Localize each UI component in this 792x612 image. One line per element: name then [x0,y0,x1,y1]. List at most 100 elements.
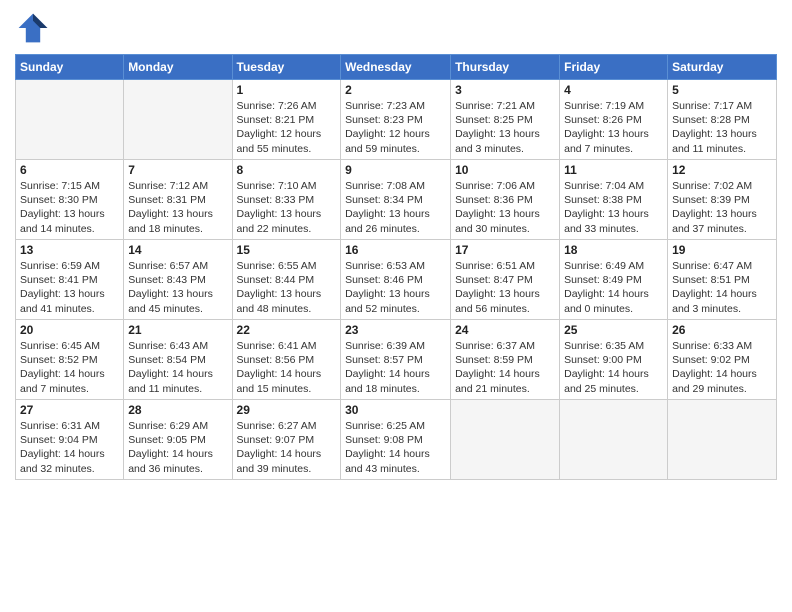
day-detail: Sunrise: 6:43 AM Sunset: 8:54 PM Dayligh… [128,339,227,396]
calendar-day-cell [16,80,124,160]
calendar-day-cell: 30Sunrise: 6:25 AM Sunset: 9:08 PM Dayli… [341,400,451,480]
day-detail: Sunrise: 7:06 AM Sunset: 8:36 PM Dayligh… [455,179,555,236]
day-of-week-header: Sunday [16,55,124,80]
calendar-day-cell: 11 Sunrise: 7:04 AM Sunset: 8:38 PM Dayli… [560,160,668,240]
day-number: 16 [345,243,446,257]
calendar-day-cell: 23 Sunrise: 6:39 AM Sunset: 8:57 PM Dayli… [341,320,451,400]
calendar-day-cell: 29 Sunrise: 6:27 AM Sunset: 9:07 PM Dayli… [232,400,341,480]
calendar-day-cell: 14 Sunrise: 6:57 AM Sunset: 8:43 PM Dayli… [124,240,232,320]
page: SundayMondayTuesdayWednesdayThursdayFrid… [0,0,792,612]
calendar-week-row: 20Sunrise: 6:45 AM Sunset: 8:52 PM Dayli… [16,320,777,400]
day-number: 25 [564,323,663,337]
day-detail: Sunrise: 6:33 AM Sunset: 9:02 PM Dayligh… [672,339,772,396]
calendar-week-row: 1Sunrise: 7:26 AM Sunset: 8:21 PM Daylig… [16,80,777,160]
day-of-week-header: Monday [124,55,232,80]
calendar-day-cell: 18 Sunrise: 6:49 AM Sunset: 8:49 PM Dayli… [560,240,668,320]
day-number: 11 [564,163,663,177]
calendar-day-cell: 3 Sunrise: 7:21 AM Sunset: 8:25 PM Daylig… [451,80,560,160]
day-detail: Sunrise: 6:53 AM Sunset: 8:46 PM Dayligh… [345,259,446,316]
day-number: 5 [672,83,772,97]
day-number: 12 [672,163,772,177]
logo-icon [15,10,51,46]
day-number: 6 [20,163,119,177]
calendar-day-cell: 13 Sunrise: 6:59 AM Sunset: 8:41 PM Dayli… [16,240,124,320]
calendar-day-cell: 9Sunrise: 7:08 AM Sunset: 8:34 PM Daylig… [341,160,451,240]
calendar-day-cell: 24 Sunrise: 6:37 AM Sunset: 8:59 PM Dayli… [451,320,560,400]
day-detail: Sunrise: 7:17 AM Sunset: 8:28 PM Dayligh… [672,99,772,156]
day-number: 22 [237,323,337,337]
calendar-day-cell: 21 Sunrise: 6:43 AM Sunset: 8:54 PM Dayli… [124,320,232,400]
day-detail: Sunrise: 6:59 AM Sunset: 8:41 PM Dayligh… [20,259,119,316]
calendar-day-cell [560,400,668,480]
calendar-day-cell: 2 Sunrise: 7:23 AM Sunset: 8:23 PM Daylig… [341,80,451,160]
day-detail: Sunrise: 6:29 AM Sunset: 9:05 PM Dayligh… [128,419,227,476]
day-of-week-header: Thursday [451,55,560,80]
calendar-day-cell: 1Sunrise: 7:26 AM Sunset: 8:21 PM Daylig… [232,80,341,160]
day-number: 7 [128,163,227,177]
day-detail: Sunrise: 7:21 AM Sunset: 8:25 PM Dayligh… [455,99,555,156]
day-number: 10 [455,163,555,177]
day-of-week-header: Saturday [668,55,777,80]
day-number: 28 [128,403,227,417]
day-detail: Sunrise: 6:41 AM Sunset: 8:56 PM Dayligh… [237,339,337,396]
day-detail: Sunrise: 6:49 AM Sunset: 8:49 PM Dayligh… [564,259,663,316]
day-of-week-header: Tuesday [232,55,341,80]
header [15,10,777,46]
calendar-day-cell: 17 Sunrise: 6:51 AM Sunset: 8:47 PM Dayli… [451,240,560,320]
day-number: 14 [128,243,227,257]
day-detail: Sunrise: 6:31 AM Sunset: 9:04 PM Dayligh… [20,419,119,476]
day-detail: Sunrise: 6:55 AM Sunset: 8:44 PM Dayligh… [237,259,337,316]
day-number: 24 [455,323,555,337]
day-number: 26 [672,323,772,337]
day-number: 9 [345,163,446,177]
day-detail: Sunrise: 7:23 AM Sunset: 8:23 PM Dayligh… [345,99,446,156]
day-detail: Sunrise: 6:51 AM Sunset: 8:47 PM Dayligh… [455,259,555,316]
day-number: 4 [564,83,663,97]
calendar-header-row: SundayMondayTuesdayWednesdayThursdayFrid… [16,55,777,80]
calendar-week-row: 6 Sunrise: 7:15 AM Sunset: 8:30 PM Daylig… [16,160,777,240]
calendar-day-cell: 27 Sunrise: 6:31 AM Sunset: 9:04 PM Dayli… [16,400,124,480]
day-detail: Sunrise: 7:15 AM Sunset: 8:30 PM Dayligh… [20,179,119,236]
logo [15,10,55,46]
calendar-day-cell: 7 Sunrise: 7:12 AM Sunset: 8:31 PM Daylig… [124,160,232,240]
day-number: 1 [237,83,337,97]
day-detail: Sunrise: 6:27 AM Sunset: 9:07 PM Dayligh… [237,419,337,476]
calendar-day-cell: 25 Sunrise: 6:35 AM Sunset: 9:00 PM Dayli… [560,320,668,400]
calendar-day-cell: 4 Sunrise: 7:19 AM Sunset: 8:26 PM Daylig… [560,80,668,160]
day-number: 8 [237,163,337,177]
calendar-week-row: 27 Sunrise: 6:31 AM Sunset: 9:04 PM Dayli… [16,400,777,480]
day-detail: Sunrise: 6:25 AM Sunset: 9:08 PM Dayligh… [345,419,446,476]
day-number: 17 [455,243,555,257]
day-number: 27 [20,403,119,417]
day-detail: Sunrise: 7:02 AM Sunset: 8:39 PM Dayligh… [672,179,772,236]
day-number: 3 [455,83,555,97]
calendar-day-cell [451,400,560,480]
calendar-day-cell [124,80,232,160]
day-detail: Sunrise: 6:39 AM Sunset: 8:57 PM Dayligh… [345,339,446,396]
calendar-day-cell: 20Sunrise: 6:45 AM Sunset: 8:52 PM Dayli… [16,320,124,400]
day-number: 29 [237,403,337,417]
day-detail: Sunrise: 6:57 AM Sunset: 8:43 PM Dayligh… [128,259,227,316]
calendar-week-row: 13 Sunrise: 6:59 AM Sunset: 8:41 PM Dayli… [16,240,777,320]
day-number: 2 [345,83,446,97]
day-number: 18 [564,243,663,257]
day-detail: Sunrise: 6:47 AM Sunset: 8:51 PM Dayligh… [672,259,772,316]
calendar-day-cell: 19 Sunrise: 6:47 AM Sunset: 8:51 PM Dayli… [668,240,777,320]
calendar-table: SundayMondayTuesdayWednesdayThursdayFrid… [15,54,777,480]
day-detail: Sunrise: 7:04 AM Sunset: 8:38 PM Dayligh… [564,179,663,236]
day-number: 15 [237,243,337,257]
day-number: 23 [345,323,446,337]
day-detail: Sunrise: 6:37 AM Sunset: 8:59 PM Dayligh… [455,339,555,396]
day-of-week-header: Wednesday [341,55,451,80]
day-number: 21 [128,323,227,337]
calendar-day-cell: 28 Sunrise: 6:29 AM Sunset: 9:05 PM Dayli… [124,400,232,480]
day-detail: Sunrise: 6:35 AM Sunset: 9:00 PM Dayligh… [564,339,663,396]
day-detail: Sunrise: 7:19 AM Sunset: 8:26 PM Dayligh… [564,99,663,156]
day-number: 13 [20,243,119,257]
calendar-day-cell: 15 Sunrise: 6:55 AM Sunset: 8:44 PM Dayli… [232,240,341,320]
calendar-day-cell: 5 Sunrise: 7:17 AM Sunset: 8:28 PM Daylig… [668,80,777,160]
day-number: 19 [672,243,772,257]
day-detail: Sunrise: 7:12 AM Sunset: 8:31 PM Dayligh… [128,179,227,236]
calendar-day-cell: 16 Sunrise: 6:53 AM Sunset: 8:46 PM Dayli… [341,240,451,320]
calendar-day-cell: 10 Sunrise: 7:06 AM Sunset: 8:36 PM Dayli… [451,160,560,240]
